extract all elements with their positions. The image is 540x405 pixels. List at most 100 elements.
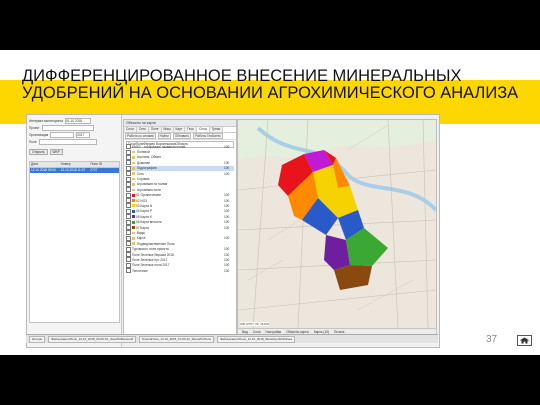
layer-checkbox[interactable]	[126, 192, 131, 198]
left-pane: Интервал мониторинга 01.10.2018 Проект О…	[27, 115, 122, 347]
tab-layers[interactable]: Слои	[124, 127, 137, 132]
layer-tree-item[interactable]: Туровского поля проекта 100	[126, 246, 234, 252]
wkp-button[interactable]: WKP	[49, 148, 63, 155]
layer-tree-item[interactable]: 02 NO3 100	[126, 198, 234, 204]
layer-checkbox[interactable]	[126, 252, 131, 257]
layer-tree-item[interactable]: Тепличное 100	[126, 268, 234, 274]
layer-tree-item[interactable]: Полевой	[126, 149, 234, 155]
refresh-button[interactable]: Обновить	[172, 133, 192, 139]
map-view[interactable]: WB АГРП: 39, 25100	[237, 119, 437, 329]
layer-tree: KMXY - отображать названия полей 100 Полев…	[126, 144, 234, 274]
layer-tree-item[interactable]: 01 Органические 100	[126, 192, 234, 198]
layer-tree-item[interactable]: Карта 100	[126, 235, 234, 241]
layer-checkbox[interactable]	[126, 262, 131, 268]
taskbar-item[interactable]: ТрассаПоле_12.10_2018_10-00-12_ЗатемПоПо…	[138, 335, 215, 343]
taskbar-item[interactable]: Интерн	[29, 335, 46, 343]
layer-checkbox[interactable]	[126, 149, 131, 155]
layer-checkbox[interactable]	[126, 165, 131, 171]
column-header[interactable]: Поле ID	[89, 162, 119, 167]
layer-opacity: 100	[224, 214, 230, 219]
tab-machines[interactable]: Маш	[161, 127, 174, 132]
layer-tree-item[interactable]: Подведомственные Поля	[126, 241, 234, 247]
folder-icon	[132, 177, 136, 181]
table-row[interactable]: 12.10.2018 09:00 12.10.2018 11:07 2727	[30, 168, 119, 173]
layer-checkbox[interactable]	[126, 144, 131, 150]
layer-checkbox[interactable]	[126, 235, 131, 241]
layer-checkbox[interactable]	[126, 268, 131, 274]
layer-checkbox[interactable]	[126, 225, 131, 231]
layer-tree-item[interactable]: 03 Карта N 100	[126, 203, 234, 209]
date-field[interactable]: 01.10.2018	[65, 117, 92, 124]
layer-checkbox[interactable]	[126, 181, 131, 187]
tab-geo[interactable]: Геос	[185, 127, 197, 132]
layer-tree-item[interactable]: Агрохим. Обмен	[126, 154, 234, 160]
map-canvas	[238, 120, 436, 328]
find-button[interactable]: Найти	[157, 133, 171, 139]
field-select[interactable]	[38, 138, 97, 145]
layer-checkbox[interactable]	[126, 154, 131, 160]
layer-color-swatch	[132, 209, 135, 213]
project-field[interactable]	[41, 124, 94, 131]
layer-tree-item[interactable]: Поле Зеленые поля 2017 100	[126, 262, 234, 268]
map-objects-panel: Объекты на карте Слои Сеть Поле Маш Карт…	[123, 119, 237, 341]
column-header[interactable]: Дата	[30, 162, 60, 167]
layer-tree-item[interactable]: 07 Карта 100	[126, 225, 234, 231]
layer-name: Полевой	[136, 150, 150, 155]
layer-color-swatch	[132, 204, 135, 208]
taskbar-item[interactable]: ФайлыпакетаПоле_12.10_2018_09-00-51_Зона…	[48, 335, 136, 343]
layer-checkbox[interactable]	[126, 246, 131, 252]
layer-checkbox[interactable]	[126, 230, 131, 236]
layer-tree-item[interactable]: Виды	[126, 230, 234, 236]
layer-checkbox[interactable]	[126, 203, 131, 209]
layer-color-swatch	[132, 199, 135, 203]
layer-checkbox[interactable]	[126, 171, 131, 177]
layer-name: Агрохим. Обмен	[136, 155, 161, 160]
layer-checkbox[interactable]	[126, 187, 131, 193]
layer-name: Поле Зеленые Кут 2017	[132, 257, 168, 262]
tab-tracks[interactable]: Треки	[209, 127, 224, 132]
layer-tree-item[interactable]: Агрохимия по полям	[126, 181, 234, 187]
layer-tree-item[interactable]: Поле Зеленые Кут 2017 100	[126, 257, 234, 263]
slide-title: ДИФФЕРЕНЦИРОВАННОЕ ВНЕСЕНИЕ МИНЕРАЛЬНЫХ …	[22, 67, 519, 102]
layer-checkbox[interactable]	[126, 219, 131, 225]
table-cell: 12.10.2018 11:07	[60, 168, 86, 172]
taskbar-item[interactable]: ФайлыпакетаПоле_12.10_2018_ФнимпортЕОКЗо…	[217, 335, 296, 343]
org-field[interactable]	[50, 131, 75, 138]
layer-tree-item[interactable]: Сеть 100	[126, 171, 234, 177]
filter-row: Организация 2017	[29, 131, 91, 138]
layers-work-button[interactable]: Работа со слоями	[125, 133, 156, 139]
layer-tree-item[interactable]: 04 Карта P 100	[126, 208, 234, 214]
layer-name: Сорняки	[136, 177, 150, 182]
tab-maps[interactable]: Карт	[173, 127, 186, 132]
tab-field[interactable]: Поле	[148, 127, 162, 132]
layer-opacity: 100	[224, 236, 230, 241]
table-cell: 2727	[90, 168, 98, 172]
filter-row: Проект	[29, 124, 94, 131]
layer-checkbox[interactable]	[126, 160, 131, 166]
geo-works-button[interactable]: Работы ГеоБитек	[193, 133, 223, 139]
layer-tree-item[interactable]: Сорняки	[126, 176, 234, 182]
layer-tree-item[interactable]: Поле Зеленые Вершки 2018 100	[126, 252, 234, 257]
home-button[interactable]	[517, 335, 532, 346]
layer-checkbox[interactable]	[126, 214, 131, 220]
layer-tree-item[interactable]: Доминан 100	[126, 160, 234, 166]
column-header[interactable]: Номер	[60, 162, 90, 167]
layer-tree-item[interactable]: 06 Карта вносить 100	[126, 219, 234, 225]
layer-name: KMXY - отображать названия полей	[132, 144, 186, 149]
layer-opacity: 100	[224, 209, 230, 214]
tab-network[interactable]: Сеть	[136, 127, 149, 132]
folder-icon	[132, 231, 136, 235]
layer-name: 07 Карта	[136, 225, 149, 230]
year-field[interactable]: 2017	[76, 131, 91, 138]
layer-checkbox[interactable]	[126, 176, 131, 182]
layer-checkbox[interactable]	[126, 208, 131, 214]
tab-layers-active[interactable]: Слои	[196, 127, 210, 132]
layer-checkbox[interactable]	[126, 241, 131, 247]
layer-tree-item[interactable]: Агрохимия поля	[126, 187, 234, 193]
open-button[interactable]: Открыть	[29, 148, 48, 155]
layer-tree-item[interactable]: KMXY - отображать названия полей 100	[126, 144, 234, 150]
layer-tree-item[interactable]: Гидрография 100	[126, 165, 234, 171]
layer-checkbox[interactable]	[126, 257, 131, 263]
layer-checkbox[interactable]	[126, 198, 131, 204]
layer-tree-item[interactable]: 05 Карта K 100	[126, 214, 234, 220]
